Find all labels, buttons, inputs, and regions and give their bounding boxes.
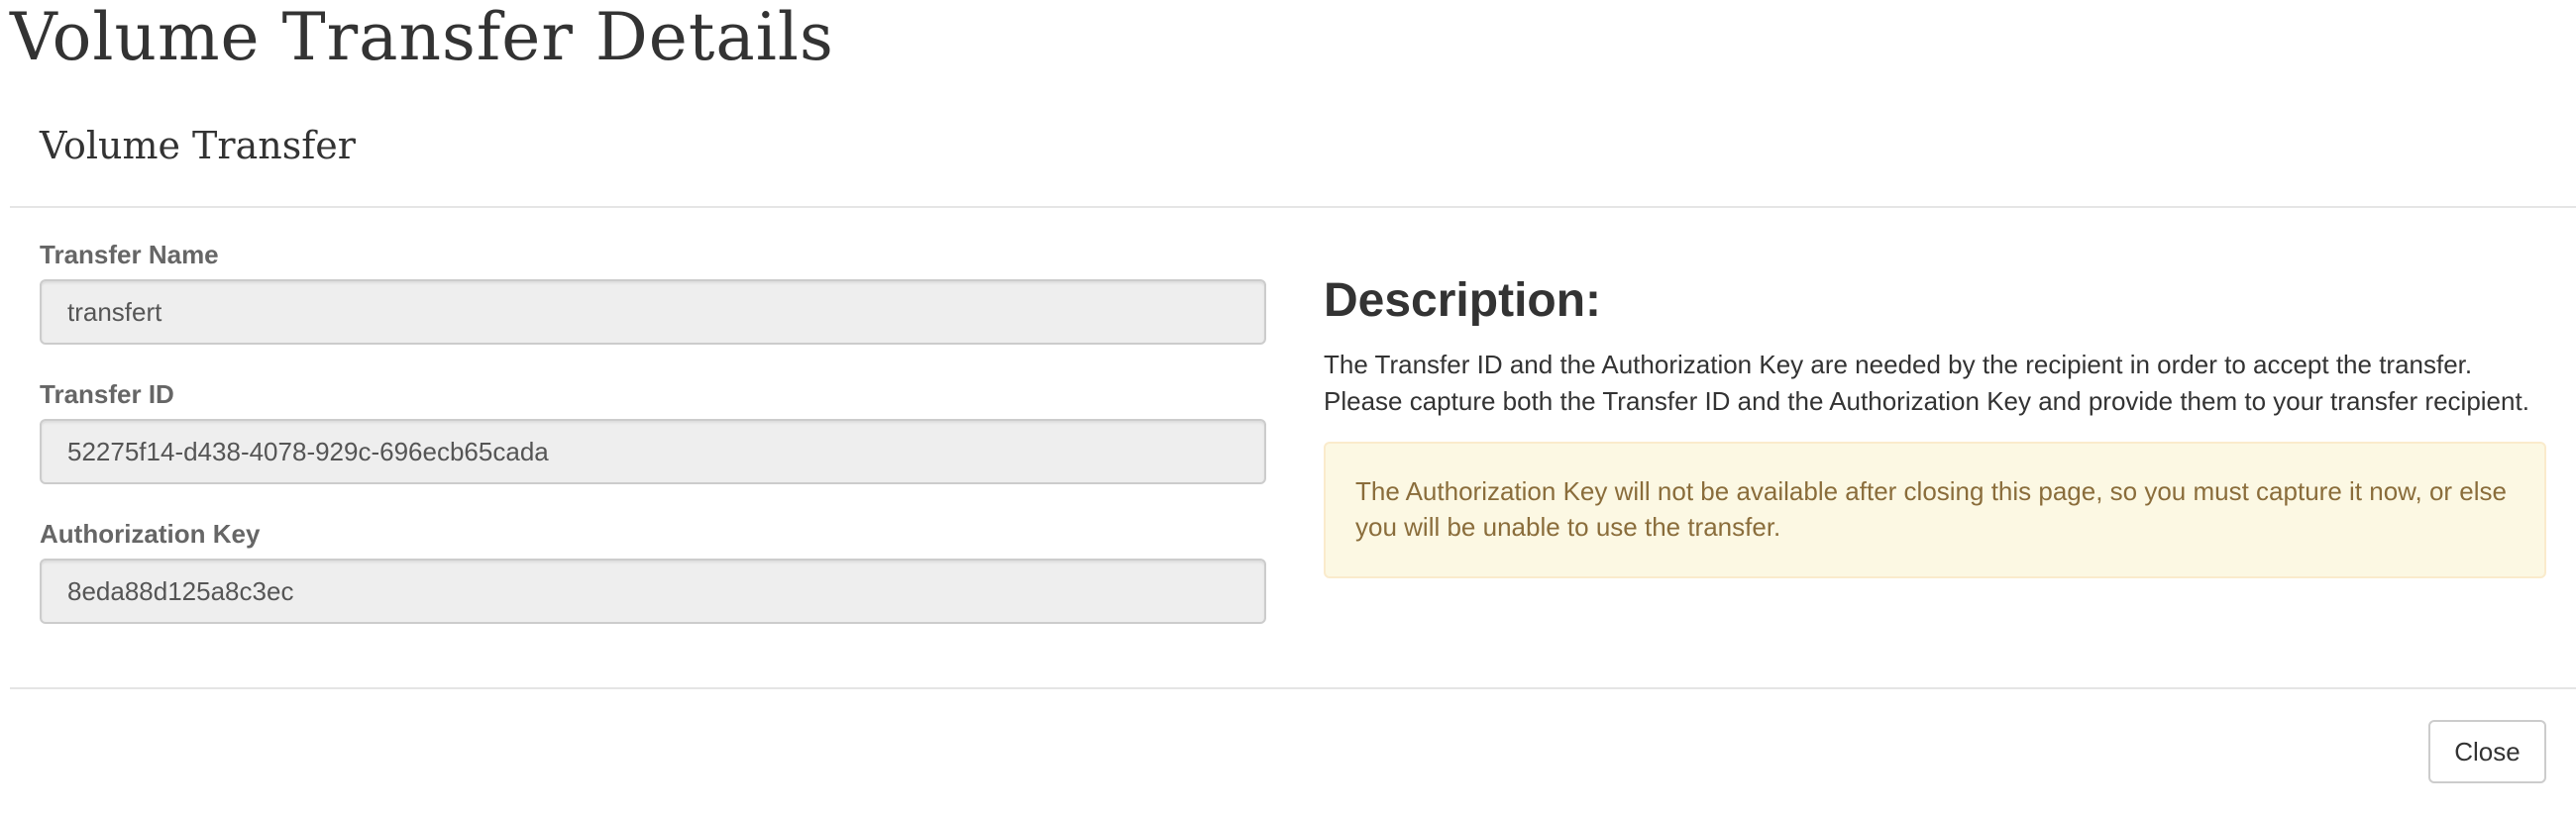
- description-line-2: Please capture both the Transfer ID and …: [1324, 386, 2529, 416]
- transfer-id-group: Transfer ID: [40, 377, 1266, 517]
- page-title: Volume Transfer Details: [10, 0, 834, 75]
- authorization-key-group: Authorization Key: [40, 517, 1266, 657]
- transfer-id-field[interactable]: [40, 419, 1266, 484]
- authorization-key-label: Authorization Key: [40, 519, 261, 549]
- modal-title: Volume Transfer: [40, 124, 356, 167]
- description-heading: Description:: [1324, 274, 1602, 327]
- authorization-key-warning: The Authorization Key will not be availa…: [1324, 442, 2546, 578]
- transfer-name-field[interactable]: [40, 279, 1266, 345]
- modal-footer-divider: [10, 687, 2576, 689]
- modal-header: Volume Transfer: [10, 91, 2576, 208]
- transfer-name-group: Transfer Name: [40, 238, 1266, 377]
- close-button[interactable]: Close: [2428, 720, 2546, 783]
- authorization-key-field[interactable]: [40, 559, 1266, 624]
- description-text: The Transfer ID and the Authorization Ke…: [1324, 347, 2546, 420]
- transfer-id-label: Transfer ID: [40, 379, 174, 409]
- transfer-name-label: Transfer Name: [40, 240, 219, 269]
- description-panel: Description: The Transfer ID and the Aut…: [1324, 265, 2546, 578]
- description-line-1: The Transfer ID and the Authorization Ke…: [1324, 350, 2473, 379]
- transfer-details-form: Transfer Name Transfer ID Authorization …: [40, 238, 1266, 657]
